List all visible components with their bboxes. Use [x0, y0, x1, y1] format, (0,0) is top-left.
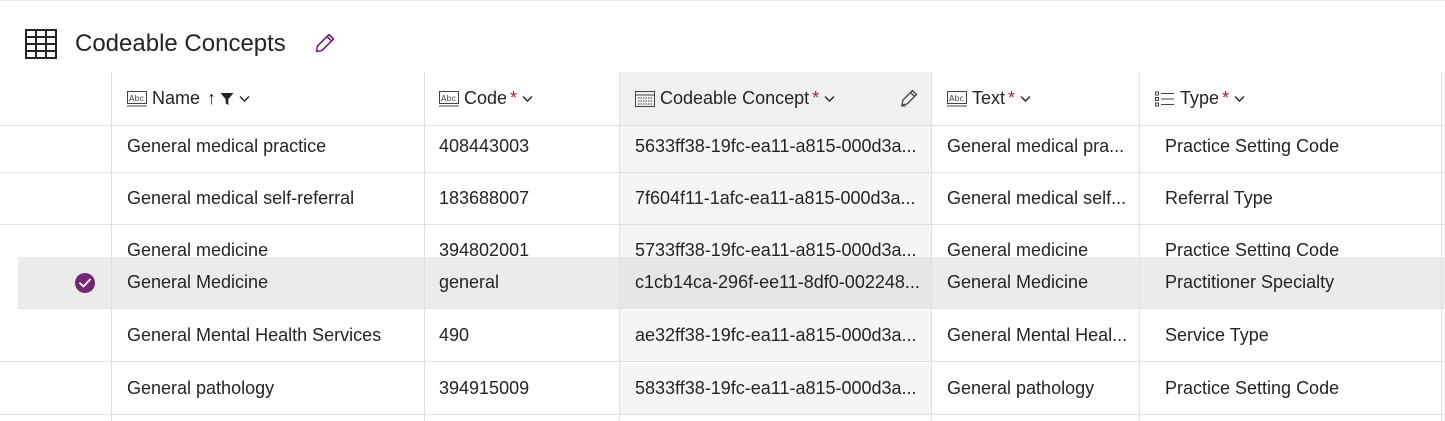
column-header-label: Codeable Concept [660, 88, 810, 108]
sort-ascending-icon: ↑ [207, 88, 217, 108]
text-field-icon: Abc [439, 90, 459, 106]
cell-name: General medical self-referral [127, 188, 355, 208]
cell-codeable-concept-link[interactable]: 5833ff38-19fc-ea11-a815-000d3a... [635, 378, 917, 399]
column-header-row: Abc Name ↑ Abc Code * Codeable Concept *… [0, 72, 1445, 126]
column-divider [111, 72, 112, 125]
table-row[interactable]: General pathology 394915009 5833ff38-19f… [0, 363, 1445, 415]
table-row-selected[interactable]: General Medicine general c1cb14ca-296f-e… [0, 257, 1445, 309]
column-header-label: Code [464, 88, 508, 108]
lookup-list-icon [635, 90, 655, 107]
cell-type: Referral Type [1165, 188, 1273, 208]
column-header-label: Type [1180, 88, 1220, 108]
cell-codeable-concept[interactable]: c1cb14ca-296f-ee11-8df0-002248... [620, 257, 931, 308]
cell-text: General Medicine [947, 272, 1089, 292]
cell-type: Service Type [1165, 325, 1269, 345]
cell-type: Practice Setting Code [1165, 378, 1340, 398]
cell-codeable-concept[interactable]: 5633ff38-19fc-ea11-a815-000d3a... [620, 121, 931, 172]
cell-code: 490 [439, 325, 470, 345]
chevron-down-icon [1020, 95, 1031, 102]
edit-column-icon[interactable] [900, 89, 918, 107]
cell-code: 183688007 [439, 188, 530, 208]
cell-code: 408443003 [439, 136, 530, 156]
text-field-icon: Abc [127, 90, 147, 106]
row-selected-check-icon[interactable] [74, 272, 96, 294]
table-row[interactable]: General medical self-referral 183688007 … [0, 173, 1445, 225]
cell-codeable-concept[interactable]: ae32ff38-19fc-ea11-a815-000d3a... [620, 310, 931, 361]
column-header-code[interactable]: Abc Code * [439, 72, 614, 125]
chevron-down-icon [824, 95, 835, 102]
data-grid: General medical practice 408443003 5633f… [0, 72, 1445, 421]
cell-text: General pathology [947, 378, 1095, 398]
cell-text: General medical pra... [947, 136, 1125, 156]
cell-codeable-concept[interactable]: 7f604f11-1afc-ea11-a815-000d3a... [620, 173, 931, 224]
cell-text: General medical self... [947, 188, 1127, 208]
column-divider [619, 72, 620, 125]
column-header-label: Name [152, 88, 201, 108]
cell-codeable-concept-link[interactable]: 7f604f11-1afc-ea11-a815-000d3a... [635, 188, 916, 209]
column-header-type[interactable]: Type * [1155, 72, 1435, 125]
top-border [0, 0, 1445, 1]
cell-name: General medical practice [127, 136, 327, 156]
cell-codeable-concept-link[interactable]: c1cb14ca-296f-ee11-8df0-002248... [635, 272, 920, 293]
column-header-text[interactable]: Abc Text * [947, 72, 1132, 125]
svg-text:Abc: Abc [949, 94, 964, 103]
column-divider [424, 72, 425, 125]
cell-text: General Mental Heal... [947, 325, 1128, 345]
table-row[interactable]: General Mental Health Services 490 ae32f… [0, 310, 1445, 362]
text-field-icon: Abc [947, 90, 967, 106]
cell-type: Practice Setting Code [1165, 136, 1340, 156]
cell-codeable-concept-link[interactable]: 5633ff38-19fc-ea11-a815-000d3a... [635, 136, 917, 157]
cell-name: General Mental Health Services [127, 325, 382, 345]
column-divider [1139, 72, 1140, 125]
cell-codeable-concept[interactable]: 5833ff38-19fc-ea11-a815-000d3a... [620, 363, 931, 414]
pencil-icon[interactable] [314, 32, 336, 54]
cell-codeable-concept-link[interactable]: ae32ff38-19fc-ea11-a815-000d3a... [635, 325, 917, 346]
chevron-down-icon [522, 95, 533, 102]
required-marker: * [1008, 88, 1016, 108]
cell-code: 394915009 [439, 378, 530, 398]
choice-list-icon [1155, 91, 1174, 106]
column-header-name[interactable]: Abc Name ↑ [127, 72, 417, 125]
cell-name: General pathology [127, 378, 275, 398]
required-marker: * [812, 88, 820, 108]
column-divider [1441, 72, 1442, 125]
svg-text:Abc: Abc [441, 94, 456, 103]
view-title-bar: Codeable Concepts [0, 24, 600, 66]
column-header-codeable-concept[interactable]: Codeable Concept * [620, 72, 931, 125]
chevron-down-icon [239, 95, 250, 102]
required-marker: * [1222, 88, 1230, 108]
table-row[interactable]: General medical practice 408443003 5633f… [0, 121, 1445, 173]
page-title: Codeable Concepts [75, 30, 286, 57]
svg-text:Abc: Abc [129, 94, 144, 103]
chevron-down-icon [1234, 95, 1245, 102]
column-divider [931, 72, 932, 125]
filter-icon [220, 92, 234, 105]
table-grid-icon [25, 29, 57, 59]
required-marker: * [510, 88, 518, 108]
cell-type: Practitioner Specialty [1165, 272, 1335, 292]
cell-code: general [439, 272, 500, 292]
cell-name: General Medicine [127, 272, 269, 292]
column-header-label: Text [972, 88, 1006, 108]
